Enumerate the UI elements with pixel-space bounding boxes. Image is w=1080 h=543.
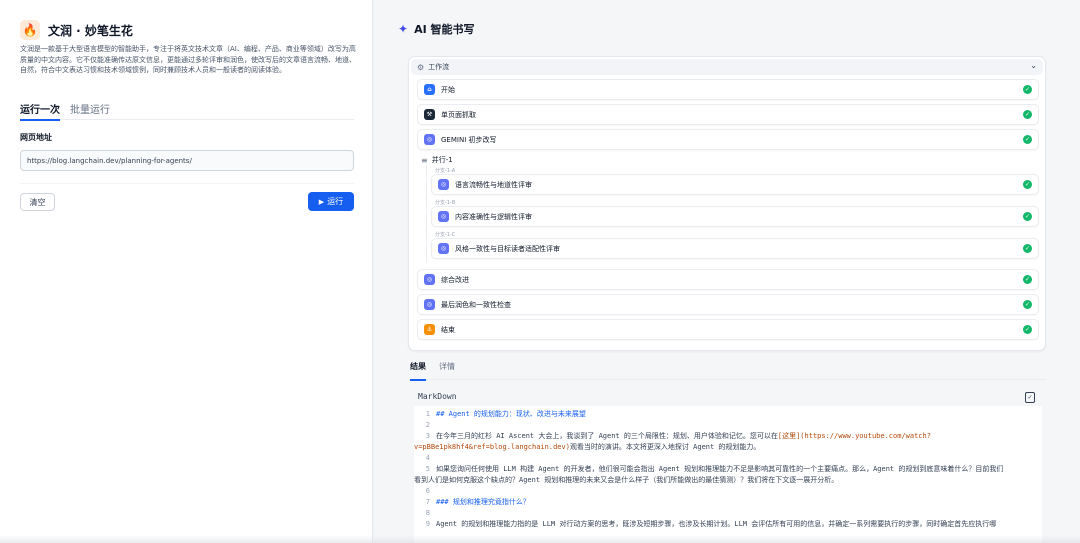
check-icon: ✓ bbox=[1023, 110, 1032, 119]
llm-icon: ◎ bbox=[424, 134, 435, 145]
workflow-node-accuracy-review[interactable]: ◎ 内容准确性与逻辑性评审 ✓ bbox=[431, 206, 1039, 227]
tool-icon: ⚒ bbox=[424, 109, 435, 120]
code-line: 2 bbox=[425, 421, 430, 429]
node-label: 最后润色和一致性检查 bbox=[441, 300, 511, 309]
workflow-header[interactable]: ⚙ 工作流 ⌄ bbox=[411, 59, 1043, 75]
code-line-wrap: 看到人们是如何克服这个缺点的？Agent 规划和推理的未来又会是什么样子（我们所… bbox=[414, 476, 839, 484]
node-label: 开始 bbox=[441, 85, 455, 94]
check-icon: ✓ bbox=[1023, 212, 1032, 221]
node-label: 单页面抓取 bbox=[441, 110, 476, 119]
check-icon: ✓ bbox=[1023, 325, 1032, 334]
workflow-node-start[interactable]: ⌂ 开始 ✓ bbox=[417, 79, 1039, 100]
bottom-shadow bbox=[0, 535, 1080, 543]
result-header: ✦ AI 智能书写 bbox=[398, 21, 475, 37]
chevron-down-icon[interactable]: ⌄ bbox=[1030, 61, 1037, 70]
copy-icon[interactable]: ✓ bbox=[1025, 392, 1035, 403]
tab-result[interactable]: 结果 bbox=[410, 358, 426, 381]
branch-label: 分支-1-B bbox=[435, 200, 456, 206]
llm-icon: ◎ bbox=[438, 179, 449, 190]
code-line: 7 ### 规划和推理究竟指什么？ bbox=[425, 498, 530, 506]
url-input[interactable] bbox=[20, 150, 354, 171]
check-icon: ✓ bbox=[1023, 85, 1032, 94]
check-icon: ✓ bbox=[1023, 180, 1032, 189]
clear-button[interactable]: 清空 bbox=[20, 193, 55, 211]
node-label: 风格一致性与目标读者适配性评审 bbox=[455, 244, 560, 253]
check-icon: ✓ bbox=[1023, 135, 1032, 144]
code-line: 8 bbox=[425, 509, 430, 517]
code-line: 5 如果您询问任何使用 LLM 构建 Agent 的开发者，他们很可能会指出 Ag… bbox=[425, 465, 1004, 473]
tab-details[interactable]: 详情 bbox=[439, 358, 455, 380]
check-icon: ✓ bbox=[1023, 300, 1032, 309]
workflow-node-improve[interactable]: ◎ 综合改进 ✓ bbox=[417, 269, 1039, 290]
workflow-node-style-review[interactable]: ◎ 风格一致性与目标读者适配性评审 ✓ bbox=[431, 238, 1039, 259]
home-icon: ⌂ bbox=[424, 84, 435, 95]
node-label: 结束 bbox=[441, 325, 455, 334]
llm-icon: ◎ bbox=[438, 211, 449, 222]
app-description: 文润是一款基于大型语言模型的智能助手，专注于将英文技术文章（AI、编程、产品、商… bbox=[20, 45, 356, 74]
markdown-output[interactable]: 1 ## Agent 的规划能力：现状、改进与未来展望 2 3 在今年三月的红杉 A… bbox=[414, 406, 1042, 543]
workflow-node-scrape[interactable]: ⚒ 单页面抓取 ✓ bbox=[417, 104, 1039, 125]
parallel-label: 并行-1 bbox=[431, 156, 453, 164]
code-line: 4 bbox=[425, 454, 430, 462]
node-label: 内容准确性与逻辑性评审 bbox=[455, 212, 532, 221]
tab-batch-run[interactable]: 批量运行 bbox=[70, 100, 110, 120]
result-tabs: 结果 详情 bbox=[410, 358, 1046, 381]
workflow-node-gemini[interactable]: ◎ GEMINI 初步改写 ✓ bbox=[417, 129, 1039, 150]
app-title: 文润 · 妙笔生花 bbox=[48, 23, 133, 38]
llm-icon: ◎ bbox=[424, 274, 435, 285]
workflow-node-polish[interactable]: ◎ 最后润色和一致性检查 ✓ bbox=[417, 294, 1039, 315]
code-line: 6 bbox=[425, 487, 430, 495]
app-header: 🔥 文润 · 妙笔生花 bbox=[20, 20, 133, 40]
code-line-wrap: v=pBBe1pk8hf4&ref=blog.langchain.dev)观看当… bbox=[414, 443, 761, 451]
end-icon: ⚓ bbox=[424, 324, 435, 335]
fire-icon: 🔥 bbox=[20, 20, 40, 40]
workflow-node-fluency-review[interactable]: ◎ 语言流畅性与地道性评审 ✓ bbox=[431, 174, 1039, 195]
llm-icon: ◎ bbox=[424, 299, 435, 310]
workflow-node-end[interactable]: ⚓ 结束 ✓ bbox=[417, 319, 1039, 340]
run-button-label: 运行 bbox=[327, 197, 344, 206]
llm-icon: ◎ bbox=[438, 243, 449, 254]
workflow-label: 工作流 bbox=[428, 63, 450, 71]
check-icon: ✓ bbox=[1023, 244, 1032, 253]
sparkle-icon: ✦ bbox=[398, 22, 409, 36]
code-line: 1 ## Agent 的规划能力：现状、改进与未来展望 bbox=[425, 410, 586, 418]
parallel-connector bbox=[426, 165, 427, 263]
markdown-label: MarkDown bbox=[418, 392, 457, 401]
branch-label: 分支-1-C bbox=[435, 232, 456, 238]
check-icon: ✓ bbox=[1023, 275, 1032, 284]
workflow-panel: ⚙ 工作流 ⌄ ⌂ 开始 ✓ ⚒ 单页面抓取 ✓ ◎ GEMINI 初步改写 ✓… bbox=[408, 56, 1046, 351]
run-button[interactable]: ▶ 运行 bbox=[308, 192, 354, 211]
branch-label: 分支-1-A bbox=[435, 168, 456, 174]
parallel-group-label[interactable]: ≡ 并行-1 bbox=[421, 155, 453, 165]
code-line: 9 Agent 的规划和推理能力指的是 LLM 对行动方案的思考，既涉及短期步骤，… bbox=[425, 520, 997, 528]
divider bbox=[20, 183, 354, 184]
right-panel: ✦ AI 智能书写 ⚙ 工作流 ⌄ ⌂ 开始 ✓ ⚒ 单页面抓取 ✓ ◎ GEM… bbox=[374, 0, 1080, 543]
gear-icon: ⚙ bbox=[417, 62, 425, 72]
result-title: AI 智能书写 bbox=[414, 23, 475, 36]
play-icon: ▶ bbox=[318, 197, 325, 206]
node-label: 综合改进 bbox=[441, 275, 469, 284]
node-label: 语言流畅性与地道性评审 bbox=[455, 180, 532, 189]
tab-run-once[interactable]: 运行一次 bbox=[20, 100, 60, 121]
left-panel: 🔥 文润 · 妙笔生花 文润是一款基于大型语言模型的智能助手，专注于将英文技术文… bbox=[0, 0, 373, 543]
code-line: 3 在今年三月的红杉 AI Ascent 大会上，我谈到了 Agent 的三个局限… bbox=[425, 432, 931, 440]
url-label: 网页地址 bbox=[20, 133, 52, 142]
parallel-icon: ≡ bbox=[421, 155, 428, 165]
run-mode-tabs: 运行一次 批量运行 bbox=[20, 100, 354, 121]
node-label: GEMINI 初步改写 bbox=[441, 135, 497, 144]
